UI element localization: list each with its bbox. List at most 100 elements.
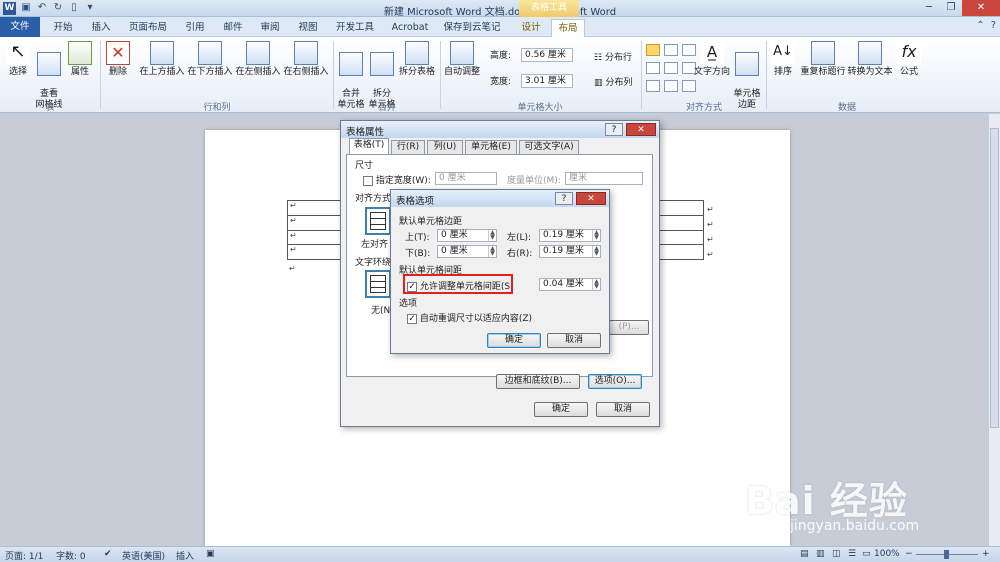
tab-alt-text[interactable]: 可选文字(A) — [519, 140, 579, 154]
text-direction-button[interactable]: A̲ 文字方向 — [692, 41, 732, 78]
options-button[interactable]: 选项(O)... — [588, 374, 642, 389]
close-icon[interactable]: ✕ — [576, 192, 606, 205]
tab-column[interactable]: 列(U) — [427, 140, 463, 154]
align-bottom-left-button[interactable] — [646, 80, 660, 92]
help-icon[interactable]: ? — [605, 123, 623, 136]
zoom-in-icon[interactable]: + — [982, 549, 990, 559]
align-bottom-right-button[interactable] — [682, 80, 696, 92]
autoresize-row[interactable]: ✓ 自动重调尺寸以适应内容(Z) — [407, 311, 532, 324]
right-margin-input[interactable]: 0.19 厘米 ▲ ▼ — [539, 245, 601, 258]
measure-select[interactable]: 厘米 — [565, 172, 643, 185]
spacing-input[interactable]: 0.04 厘米 ▲ ▼ — [539, 278, 601, 291]
view-draft-icon[interactable]: ▭ — [862, 549, 871, 559]
top-margin-input[interactable]: 0 厘米 ▲ ▼ — [437, 229, 497, 242]
view-outline-icon[interactable]: ☰ — [848, 549, 856, 559]
height-spinner[interactable]: 高度: 0.56 厘米 — [490, 48, 580, 62]
select-button[interactable]: ↖ 选择 — [4, 41, 32, 78]
tab-view[interactable]: 视图 — [291, 19, 325, 37]
help-icon[interactable]: ? — [555, 192, 573, 205]
tab-mailings[interactable]: 邮件 — [216, 19, 250, 37]
zoom-out-icon[interactable]: − — [905, 549, 913, 559]
insert-right-button[interactable]: 在右侧插入 — [282, 41, 330, 78]
document-table-right[interactable] — [660, 200, 704, 260]
ribbon-collapse-icon[interactable]: ⌃ — [976, 20, 984, 31]
tab-table[interactable]: 表格(T) — [349, 138, 389, 154]
left-margin-input[interactable]: 0.19 厘米 ▲ ▼ — [539, 229, 601, 242]
pref-width-input[interactable]: 0 厘米 — [435, 172, 497, 185]
document-table-left[interactable]: ↵ ↵ ↵ ↵ — [287, 200, 345, 260]
tab-design[interactable]: 设计 — [515, 19, 547, 37]
view-fullscreen-icon[interactable]: ▥ — [816, 549, 825, 559]
tab-references[interactable]: 引用 — [178, 19, 212, 37]
language[interactable]: 英语(美国) — [122, 549, 165, 562]
distribute-rows-button[interactable]: ☷ 分布行 — [594, 50, 632, 63]
spinner-arrows-icon[interactable]: ▲ ▼ — [592, 230, 600, 241]
tab-acrobat[interactable]: Acrobat — [386, 19, 434, 37]
help-icon[interactable]: ? — [991, 20, 996, 31]
tab-file[interactable]: 文件 — [0, 17, 40, 37]
tab-page-layout[interactable]: 页面布局 — [124, 19, 172, 37]
ok-button[interactable]: 确定 — [534, 402, 588, 417]
convert-to-text-button[interactable]: 转换为文本 — [846, 41, 894, 78]
tab-review[interactable]: 审阅 — [253, 19, 287, 37]
view-web-icon[interactable]: ◫ — [832, 549, 841, 559]
zoom-level[interactable]: 100% — [874, 549, 900, 559]
table-cell[interactable]: ↵ — [288, 216, 344, 231]
page-count[interactable]: 页面: 1/1 — [5, 549, 43, 562]
insert-mode[interactable]: 插入 — [176, 549, 194, 562]
vertical-scrollbar[interactable] — [988, 114, 1000, 546]
align-top-left-button[interactable] — [646, 44, 660, 56]
height-input[interactable]: 0.56 厘米 — [521, 48, 573, 62]
spinner-arrows-icon[interactable]: ▲ ▼ — [592, 279, 600, 290]
tab-insert[interactable]: 插入 — [84, 19, 118, 37]
tab-cell[interactable]: 单元格(E) — [465, 140, 517, 154]
ok-button[interactable]: 确定 — [487, 333, 541, 348]
split-table-button[interactable]: 拆分表格 — [398, 41, 436, 78]
view-print-layout-icon[interactable]: ▤ — [800, 549, 809, 559]
tab-home[interactable]: 开始 — [46, 19, 80, 37]
word-count[interactable]: 字数: 0 — [56, 549, 86, 562]
zoom-slider-handle[interactable] — [944, 550, 949, 559]
distribute-cols-button[interactable]: ▥ 分布列 — [594, 75, 632, 88]
close-icon[interactable]: ✕ — [962, 0, 1000, 16]
align-middle-left-button[interactable] — [646, 62, 660, 74]
sort-button[interactable]: A↓ 排序 — [770, 41, 796, 78]
scrollbar-thumb[interactable] — [990, 128, 999, 428]
tab-cloud-notes[interactable]: 保存到云笔记 — [440, 19, 504, 37]
autoresize-checkbox[interactable]: ✓ — [407, 313, 417, 324]
positioning-button[interactable]: (P)... — [609, 320, 649, 335]
table-cell[interactable]: ↵ — [288, 201, 344, 216]
formula-button[interactable]: fx 公式 — [896, 41, 922, 78]
width-input[interactable]: 3.01 厘米 — [521, 74, 573, 88]
align-bottom-center-button[interactable] — [664, 80, 678, 92]
properties-button[interactable]: 属性 — [66, 41, 94, 78]
width-spinner[interactable]: 宽度: 3.01 厘米 — [490, 74, 580, 88]
borders-shading-button[interactable]: 边框和底纹(B)... — [496, 374, 580, 389]
table-cell[interactable]: ↵ — [288, 231, 344, 245]
insert-below-button[interactable]: 在下方插入 — [186, 41, 234, 78]
autofit-button[interactable]: 自动调整 — [442, 41, 482, 78]
tab-row[interactable]: 行(R) — [391, 140, 425, 154]
tab-developer[interactable]: 开发工具 — [330, 19, 380, 37]
cancel-button[interactable]: 取消 — [547, 333, 601, 348]
repeat-header-button[interactable]: 重复标题行 — [800, 41, 846, 78]
insert-above-button[interactable]: 在上方插入 — [138, 41, 186, 78]
restore-icon[interactable]: ❐ — [940, 0, 962, 16]
minimize-icon[interactable]: ─ — [918, 0, 940, 16]
pref-width-row[interactable]: 指定宽度(W): — [363, 173, 431, 186]
pref-width-checkbox[interactable] — [363, 175, 373, 186]
cancel-button[interactable]: 取消 — [596, 402, 650, 417]
proofing-icon[interactable]: ✔ — [104, 549, 112, 559]
tab-layout[interactable]: 布局 — [551, 19, 585, 37]
macro-record-icon[interactable]: ▣ — [206, 549, 215, 559]
close-icon[interactable]: ✕ — [626, 123, 656, 136]
bottom-margin-input[interactable]: 0 厘米 ▲ ▼ — [437, 245, 497, 258]
table-cell[interactable]: ↵ — [288, 245, 344, 259]
wrap-none-option[interactable] — [365, 270, 391, 298]
delete-button[interactable]: ✕ 删除 — [104, 41, 132, 78]
align-middle-center-button[interactable] — [664, 62, 678, 74]
align-left-option[interactable] — [365, 207, 391, 235]
spinner-arrows-icon[interactable]: ▲ ▼ — [488, 230, 496, 241]
spinner-arrows-icon[interactable]: ▲ ▼ — [592, 246, 600, 257]
insert-left-button[interactable]: 在左侧插入 — [234, 41, 282, 78]
